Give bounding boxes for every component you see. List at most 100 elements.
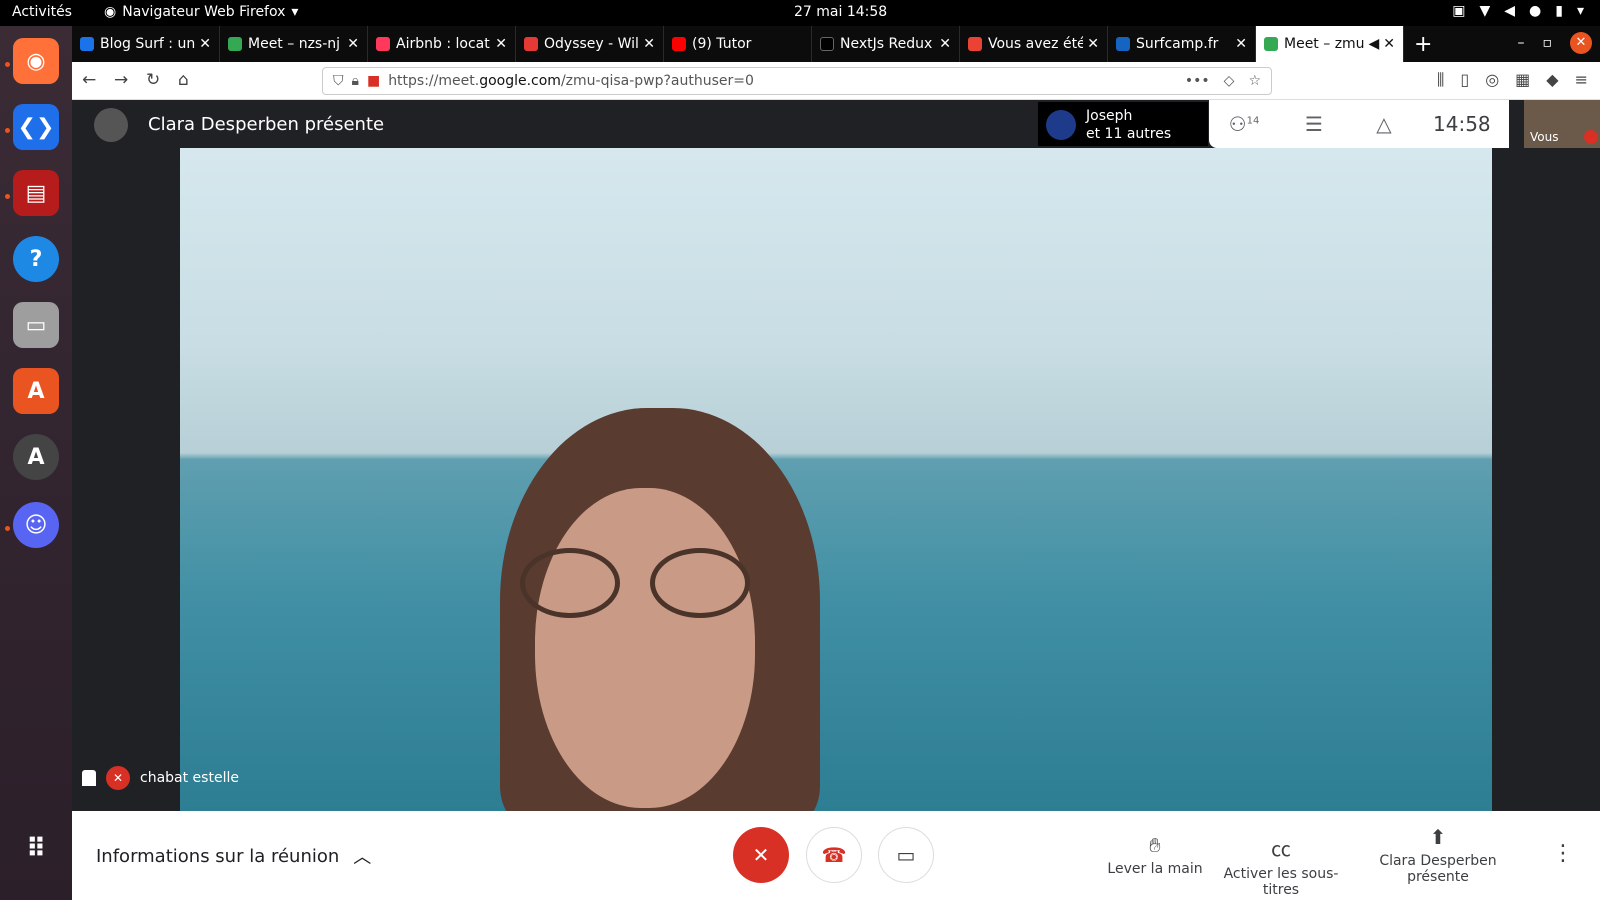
close-tab-icon[interactable]: ✕ <box>199 36 211 52</box>
muted-mic-icon: ✕ <box>106 766 130 790</box>
speaker-name: chabat estelle <box>140 770 239 786</box>
participant-tile[interactable]: Joseph et 11 autres <box>1038 102 1208 146</box>
self-view[interactable]: Vous <box>1524 100 1600 148</box>
main-video[interactable] <box>180 148 1492 811</box>
presenter-bar: Clara Desperben présente Joseph et 11 au… <box>72 100 1600 148</box>
presenting-label-1: Clara Desperben <box>1379 853 1497 869</box>
clock[interactable]: 27 mai 14:58 <box>794 4 887 20</box>
forward-icon[interactable]: → <box>114 70 128 90</box>
close-tab-icon[interactable]: ✕ <box>347 36 359 52</box>
microphone-icon: ● <box>1529 3 1542 19</box>
chevron-up-icon: ︿ <box>353 847 372 868</box>
tab-favicon-icon <box>820 37 834 51</box>
minimize-icon[interactable]: – <box>1518 35 1525 51</box>
browser-tab[interactable]: NextJs Redux ✕ <box>812 26 960 62</box>
chat-button[interactable]: ☰ <box>1279 112 1349 136</box>
browser-tab[interactable]: Surfcamp.fr ✕ <box>1108 26 1256 62</box>
people-button[interactable]: ⚇14 <box>1209 112 1279 136</box>
more-options-icon[interactable]: ⋮ <box>1552 841 1574 866</box>
pin-icon[interactable] <box>82 770 96 786</box>
app-grid-icon[interactable]: ⠿ <box>13 826 59 872</box>
close-tab-icon[interactable]: ✕ <box>1087 36 1099 52</box>
firefox-launcher-icon[interactable]: ◉ <box>13 38 59 84</box>
help-launcher-icon[interactable]: ? <box>13 236 59 282</box>
close-tab-icon[interactable]: ✕ <box>1235 36 1247 52</box>
close-tab-icon[interactable]: ✕ <box>495 36 507 52</box>
system-tray[interactable]: ▣ ▼ ◀ ● ▮ ▾ <box>1452 3 1584 19</box>
updater-launcher-icon[interactable]: A <box>13 434 59 480</box>
meet-page: Clara Desperben présente Joseph et 11 au… <box>72 100 1600 900</box>
tab-favicon-icon <box>672 37 686 51</box>
vscode-launcher-icon[interactable]: ❮❯ <box>13 104 59 150</box>
captions-icon: ㏄ <box>1271 837 1291 861</box>
extension-icon[interactable]: ◆ <box>1546 70 1558 90</box>
close-tab-icon[interactable]: ✕ <box>939 36 951 52</box>
people-icon: ⚇ <box>1228 112 1247 136</box>
wifi-icon: ▼ <box>1479 3 1491 19</box>
meeting-time: 14:58 <box>1433 112 1491 136</box>
presenting-button[interactable]: ⬆ Clara Desperben présente <box>1368 825 1508 885</box>
sidebar-icon[interactable]: ▯ <box>1460 70 1469 90</box>
library-icon[interactable]: ⫼ <box>1437 70 1444 90</box>
running-indicator <box>5 62 10 67</box>
lock-icon[interactable]: 🔒︎ <box>352 73 359 89</box>
close-tab-icon[interactable]: ✕ <box>643 36 655 52</box>
camera-toggle-button[interactable]: ▭ <box>878 827 934 883</box>
close-tab-icon[interactable]: ✕ <box>1383 36 1395 52</box>
extension-icon[interactable]: ▦ <box>1515 70 1530 90</box>
menu-icon[interactable]: ≡ <box>1575 70 1588 90</box>
participant-face <box>535 488 755 808</box>
speaker-icon[interactable]: ◀ <box>1368 36 1379 52</box>
files-launcher-icon[interactable]: ▭ <box>13 302 59 348</box>
home-icon[interactable]: ⌂ <box>178 70 189 90</box>
close-window-icon[interactable]: ✕ <box>1570 32 1592 54</box>
running-indicator <box>5 526 10 531</box>
browser-tab[interactable]: Blog Surf : un ✕ <box>72 26 220 62</box>
terminal-launcher-icon[interactable]: ▤ <box>13 170 59 216</box>
meeting-info-button[interactable]: Informations sur la réunion ︿ <box>96 843 371 869</box>
pocket-icon[interactable]: ◇ <box>1224 73 1235 89</box>
shield-icon[interactable]: ⛉ <box>333 73 344 89</box>
browser-tab[interactable]: Meet – nzs-nj ✕ <box>220 26 368 62</box>
window-controls: – ▫ ✕ <box>1518 32 1592 54</box>
system-top-bar: Activités ◉ Navigateur Web Firefox ▾ 27 … <box>0 0 1600 26</box>
activities-button[interactable]: Activités <box>12 4 72 20</box>
browser-tab[interactable]: Airbnb : locat ✕ <box>368 26 516 62</box>
url-bar[interactable]: ⛉ 🔒︎ ■ https://meet.google.com/zmu-qisa-… <box>322 67 1272 95</box>
tab-strip: Blog Surf : un ✕ Meet – nzs-nj ✕ Airbnb : … <box>72 26 1600 62</box>
account-icon[interactable]: ◎ <box>1485 70 1499 90</box>
participant-others: et 11 autres <box>1086 126 1172 142</box>
captions-button[interactable]: ㏄ Activer les sous-titres <box>1206 833 1356 898</box>
browser-tab[interactable]: (9) Tutor <box>664 26 812 62</box>
running-indicator <box>5 128 10 133</box>
speaker-tag: ✕ chabat estelle <box>82 766 239 790</box>
software-launcher-icon[interactable]: A <box>13 368 59 414</box>
reload-icon[interactable]: ↻ <box>146 70 160 90</box>
mic-off-icon: ✕ <box>752 843 770 867</box>
url-text[interactable]: https://meet.google.com/zmu-qisa-pwp?aut… <box>388 73 754 89</box>
tab-favicon-icon <box>1264 37 1278 51</box>
running-indicator <box>5 194 10 199</box>
chevron-down-icon: ▾ <box>1576 3 1584 19</box>
dock: ◉ ❮❯ ▤ ? ▭ A A ☺ ⠿ <box>0 26 72 900</box>
browser-tab-active[interactable]: Meet – zmu ◀ ✕ <box>1256 26 1404 62</box>
muted-mic-icon <box>1584 130 1598 144</box>
activities-button[interactable]: △ <box>1349 112 1419 136</box>
back-icon[interactable]: ← <box>82 70 96 90</box>
bookmark-star-icon[interactable]: ☆ <box>1248 73 1261 89</box>
raise-hand-button[interactable]: ✋︎ Lever la main <box>1090 833 1220 877</box>
discord-launcher-icon[interactable]: ☺ <box>13 502 59 548</box>
meeting-info-label: Informations sur la réunion <box>96 845 340 867</box>
new-tab-button[interactable]: + <box>1414 32 1432 57</box>
restore-icon[interactable]: ▫ <box>1543 35 1553 51</box>
phone-hangup-icon: ☎ <box>821 843 847 867</box>
browser-tab[interactable]: Odyssey - Wil ✕ <box>516 26 664 62</box>
page-actions-icon[interactable]: ••• <box>1185 73 1210 89</box>
chat-icon: ☰ <box>1305 112 1323 136</box>
browser-tab[interactable]: Vous avez été ✕ <box>960 26 1108 62</box>
app-menu[interactable]: ◉ Navigateur Web Firefox ▾ <box>104 4 298 20</box>
self-label: Vous <box>1530 130 1559 144</box>
hang-up-button[interactable]: ☎ <box>806 827 862 883</box>
camera-permission-icon[interactable]: ■ <box>367 73 380 89</box>
mic-toggle-button[interactable]: ✕ <box>733 827 789 883</box>
